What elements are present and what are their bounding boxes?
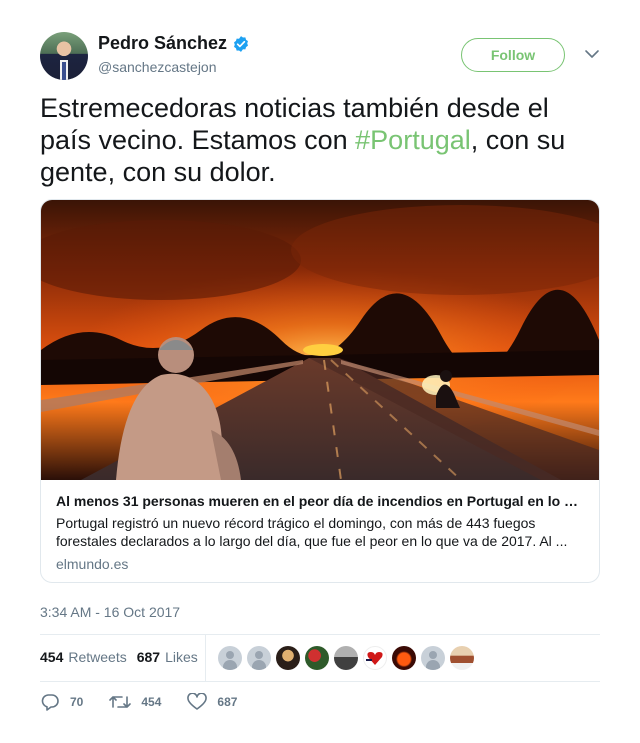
reply-count: 70 <box>70 695 84 709</box>
reply-action[interactable]: 70 <box>40 693 83 711</box>
card-image[interactable] <box>41 200 599 480</box>
user-handle[interactable]: @sanchezcastejon <box>98 59 217 75</box>
reply-icon <box>41 694 59 711</box>
retweets-stat[interactable]: 454 Retweets <box>40 649 127 665</box>
likes-count: 687 <box>136 649 161 665</box>
retweets-count: 454 <box>40 649 64 665</box>
liker-avatar[interactable] <box>276 646 300 670</box>
likes-label: Likes <box>165 649 198 665</box>
like-action[interactable]: 687 <box>187 693 237 711</box>
follow-button[interactable]: Follow <box>461 38 565 72</box>
retweet-count: 454 <box>141 695 162 709</box>
user-name[interactable]: Pedro Sánchez <box>98 33 227 54</box>
liker-avatar[interactable] <box>218 646 242 670</box>
liker-avatars <box>218 646 479 670</box>
link-card[interactable]: Al menos 31 personas mueren en el peor d… <box>40 199 600 583</box>
retweets-label: Retweets <box>68 649 127 665</box>
retweet-action[interactable]: 454 <box>109 693 161 711</box>
liker-avatar[interactable] <box>421 646 445 670</box>
card-title[interactable]: Al menos 31 personas mueren en el peor d… <box>56 493 584 509</box>
likes-stat[interactable]: 687 Likes <box>137 649 198 665</box>
liker-avatar[interactable] <box>247 646 271 670</box>
like-count: 687 <box>217 695 238 709</box>
liker-avatar[interactable] <box>392 646 416 670</box>
engagement-stats: 454 Retweets 687 Likes <box>40 649 208 665</box>
liker-avatar[interactable] <box>305 646 329 670</box>
liker-avatar[interactable] <box>334 646 358 670</box>
retweet-icon <box>109 696 132 708</box>
card-description: Portugal registró un nuevo récord trágic… <box>56 515 568 549</box>
hashtag-link[interactable]: #Portugal <box>355 125 471 155</box>
avatar-tie <box>62 62 66 80</box>
card-domain: elmundo.es <box>56 556 129 572</box>
verified-badge-icon <box>234 35 249 52</box>
divider-bottom <box>40 681 600 682</box>
heart-icon <box>187 693 208 710</box>
divider-top <box>40 634 600 635</box>
chevron-down-icon[interactable] <box>584 48 600 60</box>
user-avatar[interactable] <box>40 32 88 80</box>
tweet-timestamp[interactable]: 3:34 AM - 16 Oct 2017 <box>40 604 180 620</box>
stats-divider <box>205 635 206 682</box>
liker-avatar[interactable] <box>363 646 387 670</box>
tweet-text: Estremecedoras noticias también desde el… <box>40 92 600 188</box>
liker-avatar[interactable] <box>450 646 474 670</box>
tweet-actions: 70 454 687 <box>40 693 263 711</box>
user-name-row: Pedro Sánchez <box>98 33 250 54</box>
heart-logo-icon <box>366 652 383 665</box>
